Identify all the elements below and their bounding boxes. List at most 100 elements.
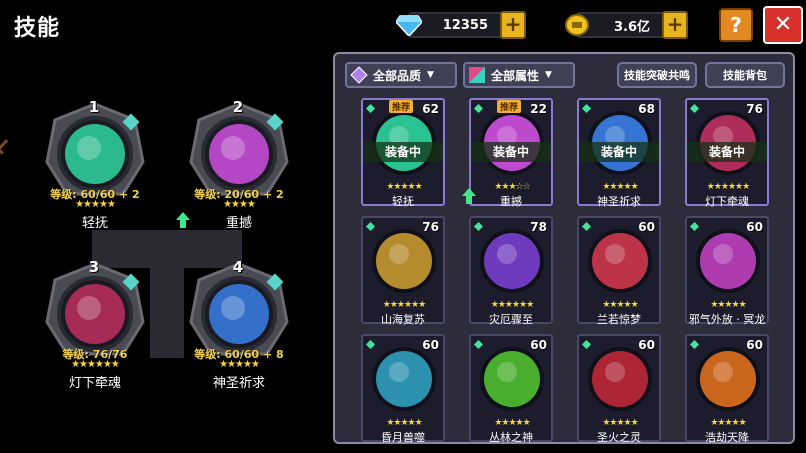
slot-stars: ★★★★★★ (71, 359, 120, 370)
card-skill-name: 轻抚 (392, 195, 414, 208)
quality-filter-label: 全部品质 (373, 68, 422, 83)
skill-art-icon (480, 347, 544, 411)
quality-diamond-icon (474, 104, 483, 113)
card-level: 60 (746, 220, 763, 234)
quality-diamond-icon (582, 222, 591, 231)
slot-skill-name: 灯下牵魂 (68, 376, 121, 391)
skill-art-icon (372, 229, 436, 293)
quality-diamond-icon (366, 340, 375, 349)
card-level: 60 (746, 338, 763, 352)
skill-card[interactable]: 60 ★★★★★ 丛林之神 (469, 334, 553, 444)
quality-diamond-icon (474, 340, 483, 349)
page-title: 技能 (14, 16, 61, 41)
card-stars: ★★★★★★ (382, 300, 426, 310)
card-level: 76 (422, 220, 439, 234)
card-stars: ★★★★★ (602, 418, 638, 428)
card-stars: ★★★★★ (386, 182, 422, 192)
upgrade-arrow-icon (462, 188, 476, 204)
slot-number: 3 (88, 258, 100, 276)
quality-diamond-icon (366, 104, 375, 113)
skill-card[interactable]: 76 装备中 ★★★★★★ 灯下牵魂 (685, 98, 769, 208)
skill-card[interactable]: 22 推荐装备中 ★★★☆☆ 重撼 (469, 98, 553, 208)
diamond-icon (394, 10, 424, 40)
quality-gem-icon (350, 66, 368, 84)
skill-slot-4[interactable]: 4 等级: 60/60 + 8 ★★★★★ 神圣祈求 (176, 258, 302, 391)
skill-card[interactable]: 60 ★★★★★ 邪气外放 · 冥龙 (685, 216, 769, 326)
card-level: 22 (530, 102, 547, 116)
card-level: 68 (638, 102, 655, 116)
skill-inventory-panel: 全部品质 ▼ 全部属性 ▼ 技能突破共鸣 技能背包 62 推荐装备中 ★★★★★ 轻抚… (333, 52, 795, 444)
slot-skill-name: 轻抚 (81, 216, 108, 231)
help-button[interactable]: ? (719, 8, 753, 42)
quality-diamond-icon (582, 340, 591, 349)
card-skill-name: 神圣祈求 (597, 195, 641, 208)
slot-stars: ★★★★★ (75, 199, 116, 210)
skill-card[interactable]: 60 ★★★★★ 浩劫天降 (685, 334, 769, 444)
slot-number: 4 (232, 258, 244, 276)
card-stars: ★★★★★ (710, 300, 746, 310)
skill-slot-3[interactable]: 3 等级: 76/76 ★★★★★★ 灯下牵魂 (32, 258, 158, 391)
card-level: 78 (530, 220, 547, 234)
card-stars: ★★★☆☆ (494, 182, 530, 192)
card-level: 76 (746, 102, 763, 116)
slot-stars: ★★★★ (223, 199, 256, 210)
equipped-label: 装备中 (363, 142, 443, 162)
skill-card[interactable]: 78 ★★★★★★ 灾厄骤至 (469, 216, 553, 326)
quality-diamond-icon (582, 104, 591, 113)
card-level: 60 (422, 338, 439, 352)
skill-card[interactable]: 76 ★★★★★★ 山海复苏 (361, 216, 445, 326)
slot-skill-name: 重撼 (225, 216, 252, 231)
skill-art-icon (480, 229, 544, 293)
card-skill-name: 浩劫天降 (705, 431, 749, 444)
add-gold-button[interactable]: + (662, 11, 688, 39)
skill-card[interactable]: 60 ★★★★★ 圣火之灵 (577, 334, 661, 444)
slot-number: 2 (232, 98, 244, 116)
equipped-label: 装备中 (471, 142, 551, 162)
skill-slot-1[interactable]: 1 等级: 60/60 + 2 ★★★★★ 轻抚 (32, 98, 158, 231)
skill-art-icon (696, 347, 760, 411)
equipped-label: 装备中 (579, 142, 659, 162)
card-level: 60 (530, 338, 547, 352)
card-stars: ★★★★★ (602, 300, 638, 310)
card-skill-name: 昏月兽噬 (381, 431, 425, 444)
skill-card[interactable]: 68 装备中 ★★★★★ 神圣祈求 (577, 98, 661, 208)
skill-art-icon (588, 347, 652, 411)
card-skill-name: 重撼 (500, 195, 522, 208)
gold-counter: 3.6亿 + (565, 11, 688, 39)
quality-diamond-icon (474, 222, 483, 231)
recommend-badge: 推荐 (497, 100, 522, 113)
slot-stars: ★★★★★ (219, 359, 260, 370)
upgrade-arrow-icon (176, 212, 190, 228)
gem-counter: 12355 + (396, 11, 526, 39)
card-skill-name: 灯下牵魂 (705, 195, 749, 208)
chevron-down-icon: ▼ (427, 70, 434, 80)
skill-card[interactable]: 62 推荐装备中 ★★★★★ 轻抚 (361, 98, 445, 208)
skill-bag-button[interactable]: 技能背包 (705, 62, 785, 88)
slot-number: 1 (88, 98, 100, 116)
skill-art-icon (372, 347, 436, 411)
quality-diamond-icon (690, 222, 699, 231)
quality-filter-dropdown[interactable]: 全部品质 ▼ (345, 62, 457, 88)
skill-slot-2[interactable]: 2 等级: 20/60 + 2 ★★★★ 重撼 (176, 98, 302, 231)
card-skill-name: 兰若惊梦 (597, 313, 641, 326)
skill-card[interactable]: 60 ★★★★★ 兰若惊梦 (577, 216, 661, 326)
card-level: 62 (422, 102, 439, 116)
card-stars: ★★★★★ (710, 418, 746, 428)
quality-diamond-icon (366, 222, 375, 231)
add-gems-button[interactable]: + (500, 11, 526, 39)
attribute-filter-dropdown[interactable]: 全部属性 ▼ (463, 62, 575, 88)
chevron-down-icon: ▼ (545, 70, 552, 80)
card-stars: ★★★★★ (386, 418, 422, 428)
back-chevron-icon[interactable] (0, 139, 12, 155)
card-skill-name: 山海复苏 (381, 313, 425, 326)
resonance-button[interactable]: 技能突破共鸣 (617, 62, 697, 88)
card-stars: ★★★★★ (602, 182, 638, 192)
card-skill-name: 丛林之神 (489, 431, 533, 444)
recommend-badge: 推荐 (389, 100, 414, 113)
quality-diamond-icon (690, 104, 699, 113)
card-stars: ★★★★★★ (706, 182, 750, 192)
skill-card[interactable]: 60 ★★★★★ 昏月兽噬 (361, 334, 445, 444)
attribute-icon (468, 66, 486, 84)
slot-skill-name: 神圣祈求 (212, 376, 265, 391)
close-button[interactable]: ✕ (763, 6, 803, 44)
